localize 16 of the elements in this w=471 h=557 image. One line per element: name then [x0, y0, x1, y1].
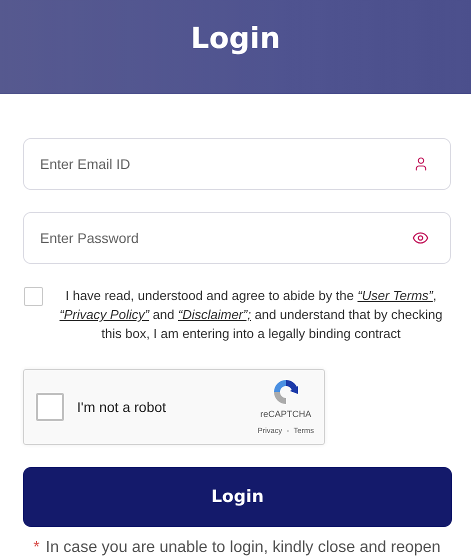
- login-button[interactable]: Login: [23, 467, 452, 527]
- agreement-text: I have read, understood and agree to abide by the “User Terms”, “Privacy Policy” and “Disclaimer”; and understand that by checking this box, I am entering into a legally binding contract: [58, 287, 444, 343]
- agree-checkbox[interactable]: [24, 287, 43, 306]
- eye-icon[interactable]: [412, 230, 429, 246]
- user-icon: [413, 156, 429, 172]
- agreement-link[interactable]: “User Terms”: [358, 288, 433, 303]
- password-field[interactable]: Enter Password: [23, 212, 451, 264]
- recaptcha-brand: reCAPTCHA: [260, 408, 312, 420]
- agreement-link[interactable]: “Disclaimer”;: [178, 307, 251, 322]
- agreement-link[interactable]: “Privacy Policy”: [60, 307, 150, 322]
- captcha-checkbox[interactable]: [36, 393, 64, 421]
- required-asterisk: *: [33, 539, 40, 557]
- captcha-label: I'm not a robot: [77, 399, 168, 415]
- page-title: Login: [190, 20, 280, 56]
- email-field[interactable]: Enter Email ID: [23, 138, 451, 190]
- help-note: In case you are unable to login, kindly close and reopen: [46, 539, 441, 557]
